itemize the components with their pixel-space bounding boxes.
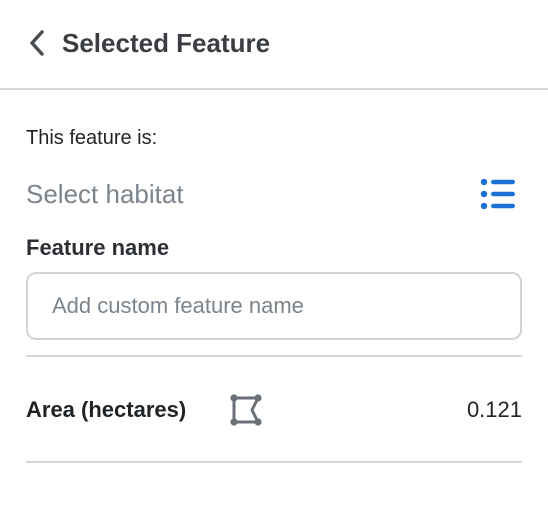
chevron-left-icon[interactable] bbox=[28, 29, 46, 57]
polygon-area-icon bbox=[230, 394, 262, 426]
feature-name-input[interactable] bbox=[26, 272, 522, 340]
area-value: 0.121 bbox=[466, 397, 522, 422]
select-habitat-text[interactable]: Select habitat bbox=[26, 174, 184, 214]
select-habitat-button[interactable]: Select habitat bbox=[26, 174, 516, 214]
back-button[interactable] bbox=[22, 26, 52, 60]
divider bbox=[26, 461, 522, 463]
area-label: Area (hectares) bbox=[26, 397, 187, 422]
page-title: Selected Feature bbox=[62, 28, 271, 58]
panel-header: Selected Feature bbox=[0, 0, 548, 90]
habitat-intro-label: This feature is: bbox=[26, 127, 158, 149]
divider bbox=[26, 355, 522, 357]
list-icon[interactable] bbox=[480, 178, 516, 210]
feature-name-label: Feature name bbox=[26, 235, 170, 260]
